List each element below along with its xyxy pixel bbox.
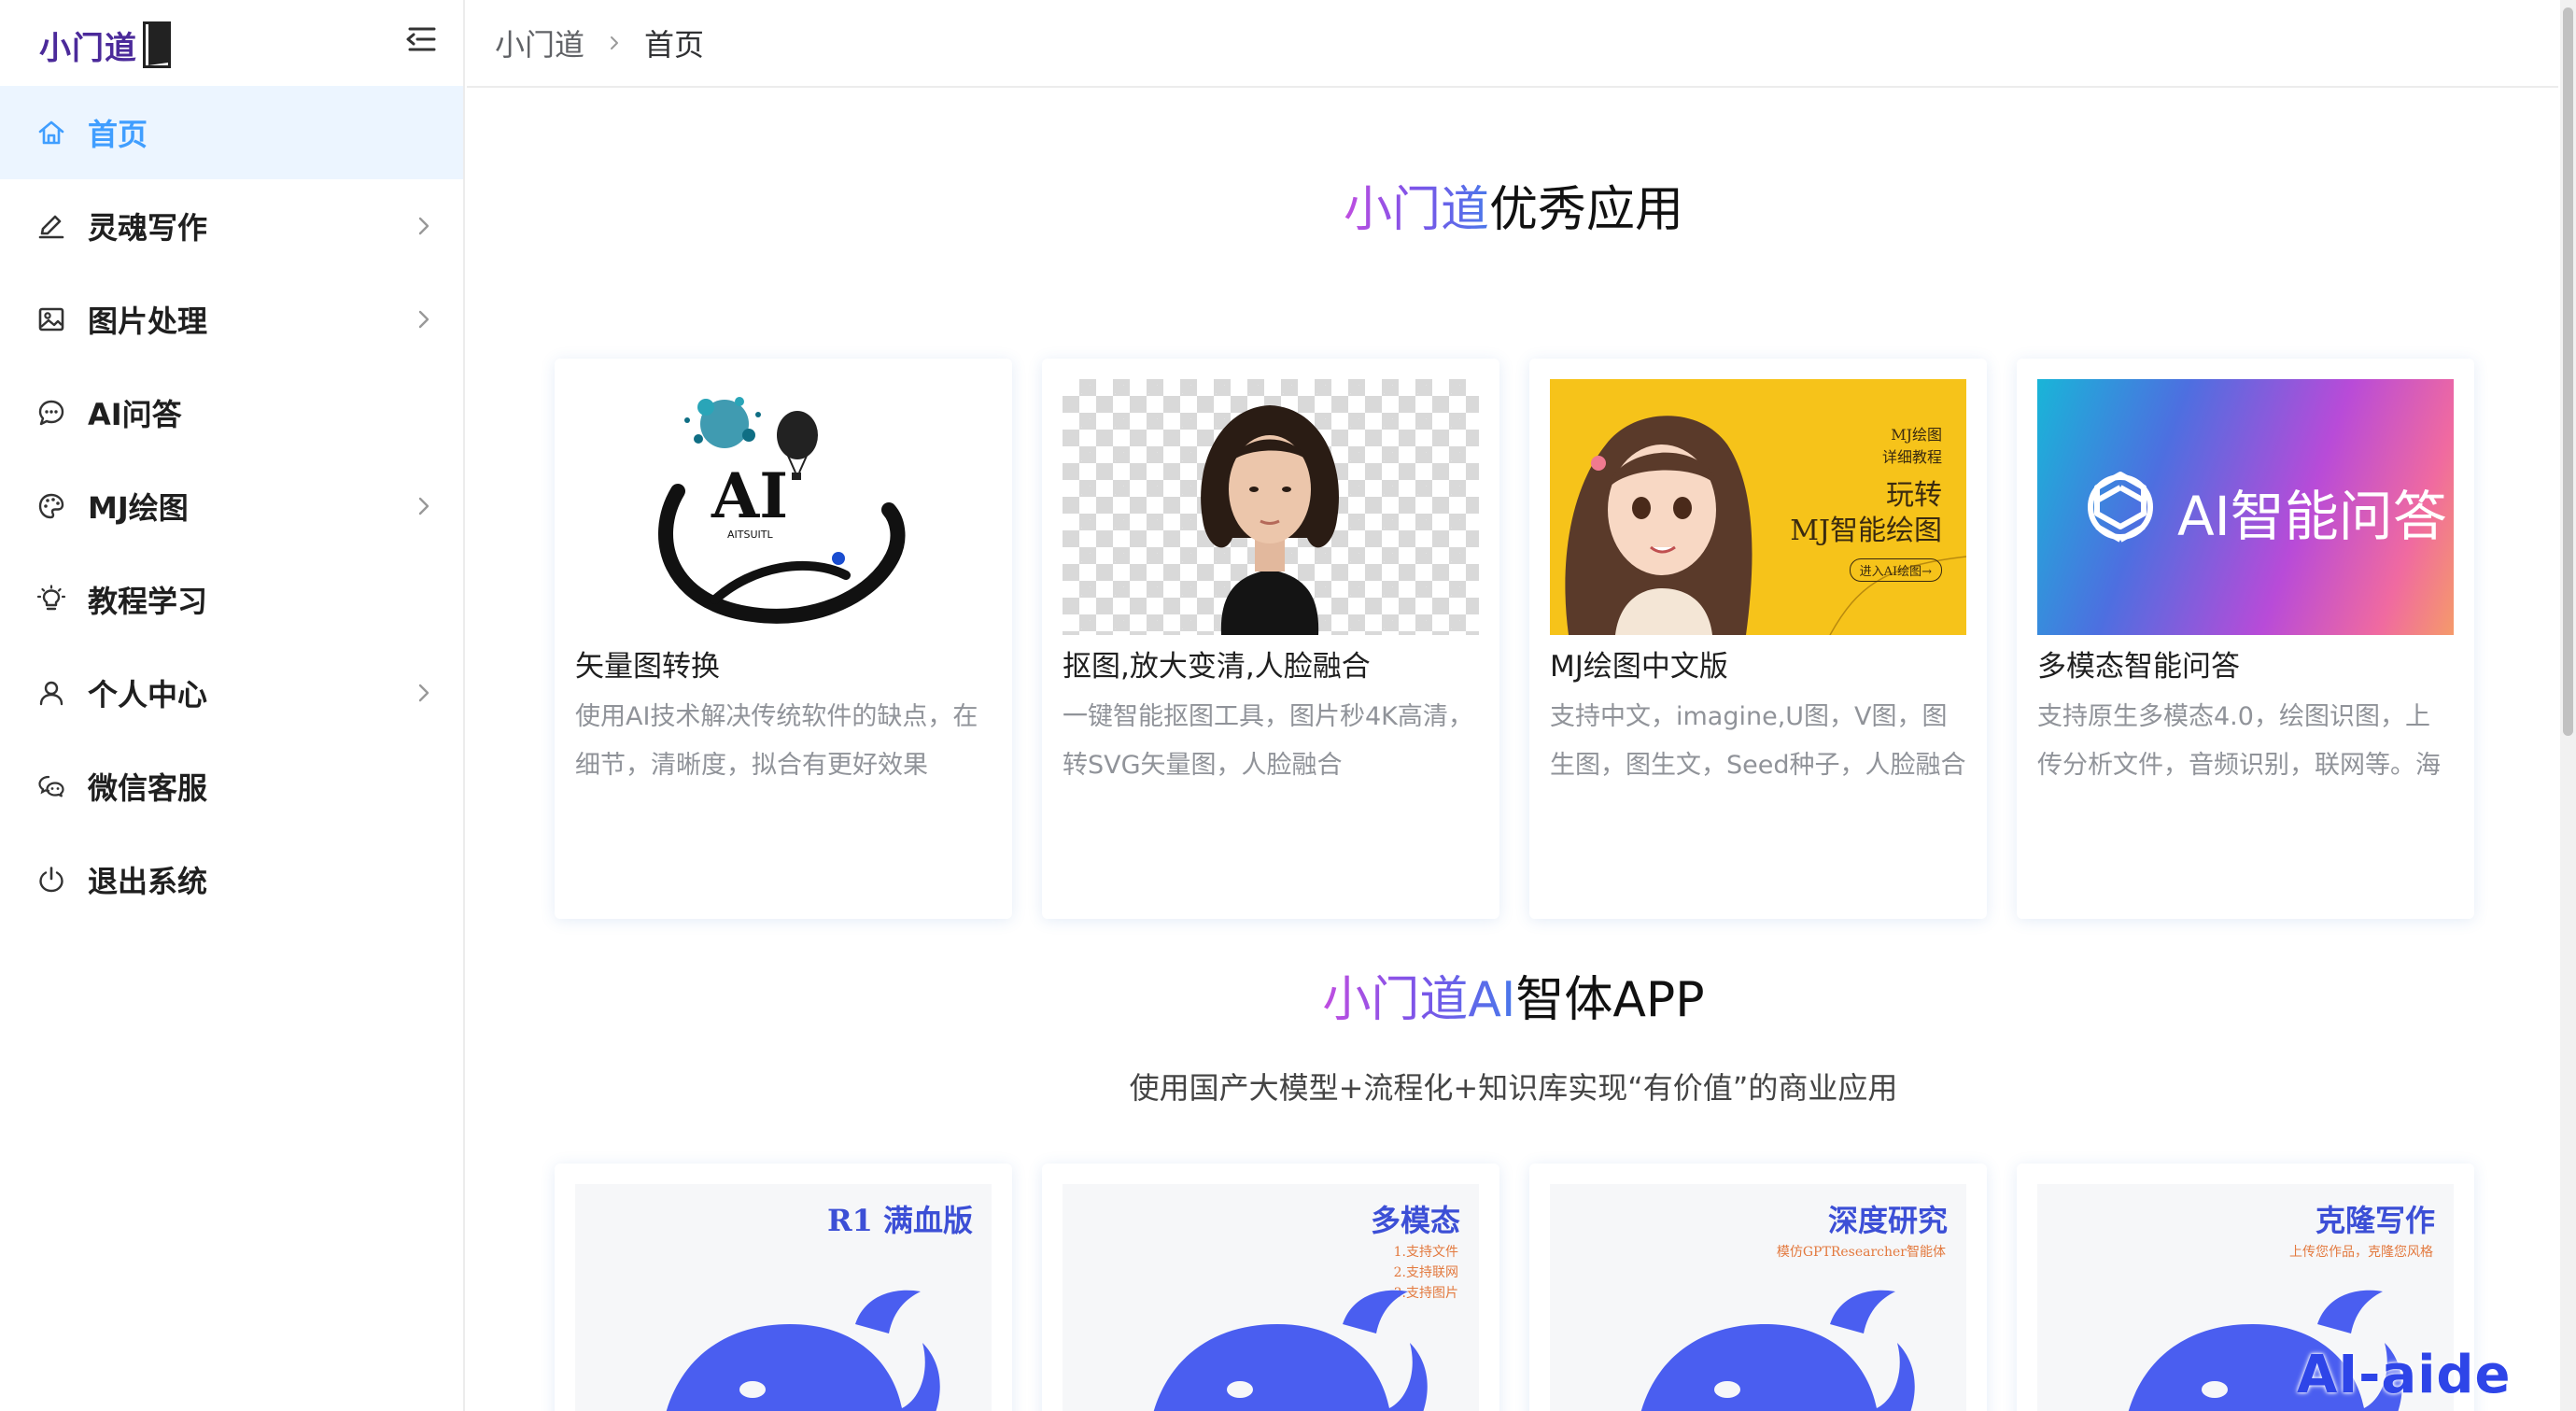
breadcrumb: 小门道 首页 — [495, 21, 704, 64]
sidebar-item-ai-qa[interactable]: AI问答 — [0, 366, 463, 459]
agent-card-multimodal[interactable]: 多模态 1.支持文件 2.支持联网 3.支持图片 — [1042, 1164, 1499, 1411]
breadcrumb-root[interactable]: 小门道 — [495, 21, 584, 64]
main-content: 小门道优秀应用 AI AITSUITL 矢量图转换 使用AI技术解决传统软件的缺… — [467, 88, 2560, 1411]
breadcrumb-separator-icon — [605, 34, 624, 52]
sidebar-item-label: 微信客服 — [88, 770, 208, 806]
sidebar-item-wechat-service[interactable]: 微信客服 — [0, 740, 463, 833]
card-title: 矢量图转换 — [575, 650, 720, 684]
section-subtitle: 使用国产大模型+流程化+知识库实现“有价值”的商业应用 — [1129, 1070, 1898, 1106]
breadcrumb-current: 首页 — [644, 27, 705, 63]
card-thumbnail: 多模态 1.支持文件 2.支持联网 3.支持图片 — [1063, 1184, 1479, 1411]
watermark-text: AI-aide — [2297, 1345, 2512, 1405]
section-title-rest: 智体APP — [1515, 972, 1705, 1028]
wechat-icon — [35, 770, 67, 802]
app-card-vector-conversion[interactable]: AI AITSUITL 矢量图转换 使用AI技术解决传统软件的缺点，在细节，清晰… — [555, 359, 1012, 919]
card-title: MJ绘图中文版 — [1550, 650, 1728, 684]
card-thumbnail: AI AITSUITL — [575, 379, 992, 635]
section-title-highlight: 小门道AI — [1322, 972, 1516, 1028]
card-description: 支持原生多模态4.0，绘图识图，上传分析文件，音频识别，联网等。海量... — [2037, 702, 2441, 780]
ai-logo-text: AI — [711, 459, 788, 532]
sidebar-item-label: MJ绘图 — [88, 490, 189, 526]
sidebar-menu: 首页 灵魂写作 图片处理 AI问答 MJ绘图 教程学习 个人中心 微信客服 退出… — [0, 86, 463, 926]
brand-logo[interactable]: 小门道 — [39, 19, 171, 71]
card-description: 使用AI技术解决传统软件的缺点，在细节，清晰度，拟合有更好效果 — [575, 702, 978, 780]
card-thumbnail: AI智能问答 — [2037, 379, 2454, 635]
sidebar-item-personal-center[interactable]: 个人中心 — [0, 646, 463, 740]
card-thumbnail: R1 满血版 — [575, 1184, 992, 1411]
mj-banner-big-2: MJ智能绘图 — [1790, 515, 1942, 547]
card-thumbnail — [1063, 379, 1479, 635]
agent-card-deep-research[interactable]: 深度研究 模仿GPTResearcher智能体 — [1529, 1164, 1987, 1411]
lightbulb-icon — [35, 584, 67, 615]
portrait-photo — [1201, 405, 1340, 635]
sidebar-item-tutorials[interactable]: 教程学习 — [0, 553, 463, 646]
chevron-right-icon — [418, 217, 429, 235]
ai-qa-banner-text: AI智能问答 — [2177, 485, 2447, 548]
sidebar-item-label: 灵魂写作 — [88, 210, 208, 246]
chat-icon — [35, 397, 67, 429]
agent-card-r1[interactable]: R1 满血版 — [555, 1164, 1012, 1411]
section-title-excellent-apps: 小门道优秀应用 — [467, 170, 2560, 240]
door-icon — [143, 21, 171, 68]
palette-icon — [35, 490, 67, 522]
app-card-mj-drawing[interactable]: MJ绘图 详细教程 玩转 MJ智能绘图 进入AI绘图→ MJ绘图中文版 支持中文… — [1529, 359, 1987, 919]
app-card-cutout-upscale[interactable]: 抠图,放大变清,人脸融合 一键智能抠图工具，图片秒4K高清，转SVG矢量图，人脸… — [1042, 359, 1499, 919]
power-icon — [35, 864, 67, 896]
sidebar-item-label: 教程学习 — [88, 584, 208, 619]
deepseek-whale-icon — [666, 1290, 940, 1411]
top-header: 小门道 首页 — [467, 0, 2558, 88]
deepseek-whale-icon — [1153, 1290, 1428, 1411]
section-title-ai-agent-app: 小门道AI智体APP — [467, 960, 2560, 1030]
openai-logo-icon — [2088, 472, 2153, 543]
mj-banner-text: MJ绘图 详细教程 玩转 MJ智能绘图 进入AI绘图→ — [1790, 424, 1942, 582]
collapse-menu-button[interactable] — [400, 19, 441, 60]
sidebar-item-logout[interactable]: 退出系统 — [0, 833, 463, 926]
sidebar-item-mj-drawing[interactable]: MJ绘图 — [0, 459, 463, 553]
brand-name: 小门道 — [39, 29, 137, 67]
mj-banner-big-1: 玩转 — [1886, 479, 1942, 512]
sidebar-item-label: AI问答 — [88, 397, 182, 432]
card-title: 多模态智能问答 — [2037, 650, 2240, 684]
deepseek-whale-icon — [1640, 1290, 1915, 1411]
chevron-right-icon — [418, 684, 429, 702]
sidebar: 小门道 首页 灵魂写作 图片处理 AI问答 MJ绘图 教程学习 个人中心 微信客… — [0, 0, 465, 1411]
mj-banner-small-1: MJ绘图 — [1891, 426, 1942, 444]
chevron-right-icon — [418, 497, 429, 515]
home-icon — [35, 117, 67, 148]
sidebar-item-label: 首页 — [88, 117, 148, 152]
card-description: 支持中文，imagine,U图，V图，图生图，图生文，Seed种子，人脸融合等 — [1550, 702, 1966, 780]
card-title: 抠图,放大变清,人脸融合 — [1063, 650, 1371, 684]
menu-fold-icon — [406, 27, 436, 51]
card-description: 一键智能抠图工具，图片秒4K高清，转SVG矢量图，人脸融合 — [1063, 702, 1473, 780]
card-thumbnail: MJ绘图 详细教程 玩转 MJ智能绘图 进入AI绘图→ — [1550, 379, 1966, 635]
ai-logo-illustration: AI AITSUITL — [658, 397, 906, 624]
sidebar-item-image-processing[interactable]: 图片处理 — [0, 273, 463, 366]
mj-banner-small-2: 详细教程 — [1881, 448, 1942, 466]
scrollbar-thumb[interactable] — [2563, 7, 2573, 736]
ai-logo-subtext: AITSUITL — [727, 529, 773, 541]
sidebar-item-writing[interactable]: 灵魂写作 — [0, 179, 463, 273]
chevron-right-icon — [418, 310, 429, 329]
card-thumbnail: 深度研究 模仿GPTResearcher智能体 — [1550, 1184, 1966, 1411]
pen-icon — [35, 210, 67, 242]
sidebar-item-home[interactable]: 首页 — [0, 86, 463, 179]
sidebar-item-label: 个人中心 — [88, 677, 208, 713]
image-icon — [35, 303, 67, 335]
section-title-highlight: 小门道 — [1343, 182, 1489, 238]
section-title-rest: 优秀应用 — [1489, 182, 1684, 238]
user-icon — [35, 677, 67, 709]
vertical-scrollbar[interactable] — [2560, 0, 2576, 1411]
mj-banner-button: 进入AI绘图→ — [1849, 558, 1942, 582]
sidebar-item-label: 退出系统 — [88, 864, 208, 899]
sidebar-item-label: 图片处理 — [88, 303, 208, 339]
app-card-multimodal-qa[interactable]: AI智能问答 多模态智能问答 支持原生多模态4.0，绘图识图，上传分析文件，音频… — [2017, 359, 2474, 919]
